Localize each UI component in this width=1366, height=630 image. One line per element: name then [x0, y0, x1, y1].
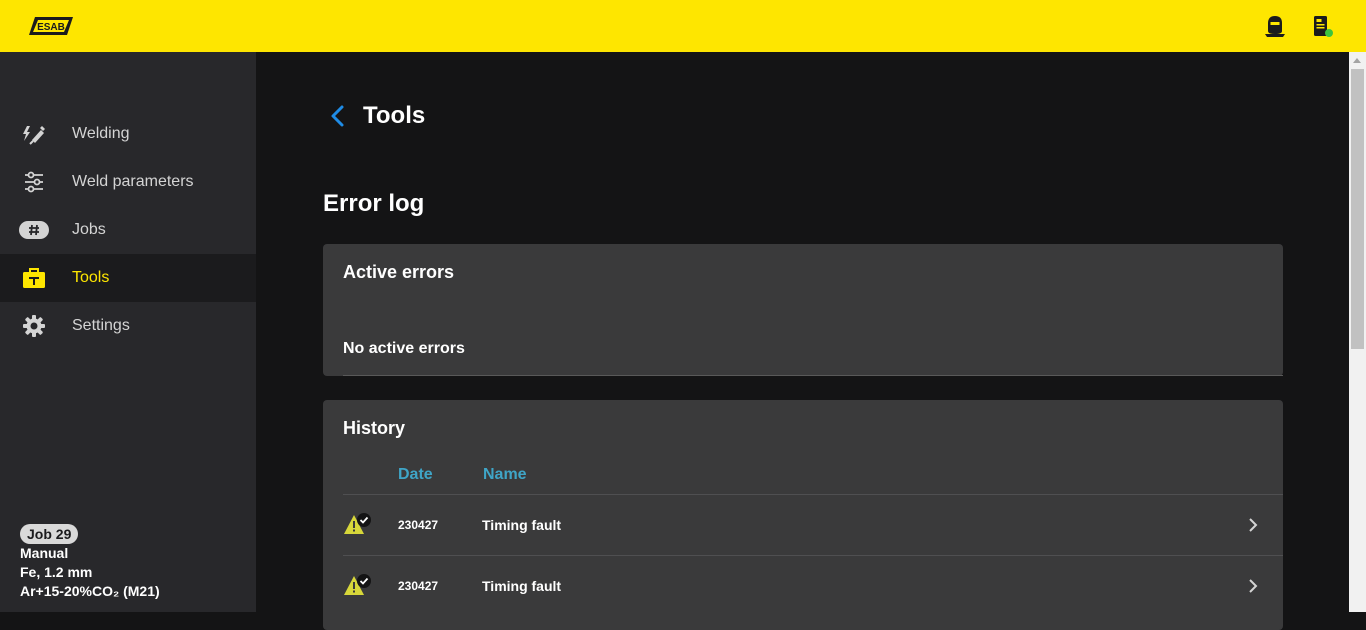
- warning-acknowledged-icon: [344, 574, 371, 595]
- chevron-right-icon[interactable]: [1245, 516, 1261, 534]
- job-badge[interactable]: Job 29: [20, 524, 79, 544]
- machine-status-icon[interactable]: [1310, 14, 1334, 38]
- warning-acknowledged-icon: [344, 513, 371, 534]
- scroll-up-arrow-icon[interactable]: [1353, 58, 1361, 63]
- row-date: 230427: [398, 579, 439, 593]
- esab-logo[interactable]: ESAB: [29, 14, 75, 38]
- job-mode: Manual: [20, 545, 69, 561]
- sidebar-item-label: Tools: [72, 269, 110, 286]
- column-header-name[interactable]: Name: [483, 464, 527, 486]
- divider: [343, 375, 1283, 376]
- active-errors-title: Active errors: [343, 262, 455, 282]
- sidebar-item-label: Settings: [72, 317, 130, 334]
- no-active-errors-text: No active errors: [343, 340, 465, 357]
- page-title: Tools: [363, 102, 426, 129]
- scroll-thumb[interactable]: [1351, 69, 1364, 349]
- hash-icon: [19, 221, 49, 239]
- sliders-icon: [25, 171, 43, 193]
- table-row[interactable]: 230427 Timing fault: [343, 494, 1283, 555]
- logo-text: ESAB: [37, 22, 65, 33]
- sidebar-item-label: Welding: [72, 125, 130, 142]
- job-material: Fe, 1.2 mm: [20, 564, 93, 580]
- toolbox-icon: [23, 268, 45, 288]
- section-title: Error log: [323, 190, 425, 217]
- back-arrow-icon[interactable]: [326, 104, 350, 128]
- welding-torch-icon: [23, 126, 45, 145]
- history-title: History: [343, 418, 406, 438]
- row-name: Timing fault: [482, 517, 562, 533]
- sidebar-item-weld-parameters[interactable]: Weld parameters: [0, 158, 256, 206]
- sidebar-item-tools[interactable]: Tools: [0, 254, 256, 302]
- sidebar-item-welding[interactable]: Welding: [0, 110, 256, 158]
- chevron-right-icon[interactable]: [1245, 577, 1261, 595]
- active-errors-card: Active errors No active errors: [323, 244, 1283, 376]
- scrollbar[interactable]: [1349, 52, 1366, 612]
- top-bar: ESAB: [0, 0, 1366, 52]
- history-card: History Date Name 230427 Timing fault 23…: [323, 400, 1283, 630]
- row-date: 230427: [398, 518, 439, 532]
- row-name: Timing fault: [482, 578, 562, 594]
- gear-icon: [23, 315, 45, 337]
- sidebar-item-jobs[interactable]: Jobs: [0, 206, 256, 254]
- sidebar-item-settings[interactable]: Settings: [0, 302, 256, 350]
- welder-helmet-icon[interactable]: [1263, 14, 1287, 38]
- column-header-date[interactable]: Date: [398, 464, 433, 486]
- current-job-info: Job 29 Manual Fe, 1.2 mm Ar+15-20%CO₂ (M…: [20, 524, 160, 601]
- sidebar-item-label: Jobs: [72, 221, 106, 238]
- sidebar: Welding Weld parameters Jobs Tools Setti…: [0, 52, 256, 612]
- sidebar-item-label: Weld parameters: [72, 173, 194, 190]
- job-gas: Ar+15-20%CO₂ (M21): [20, 583, 160, 599]
- table-row[interactable]: 230427 Timing fault: [343, 555, 1283, 616]
